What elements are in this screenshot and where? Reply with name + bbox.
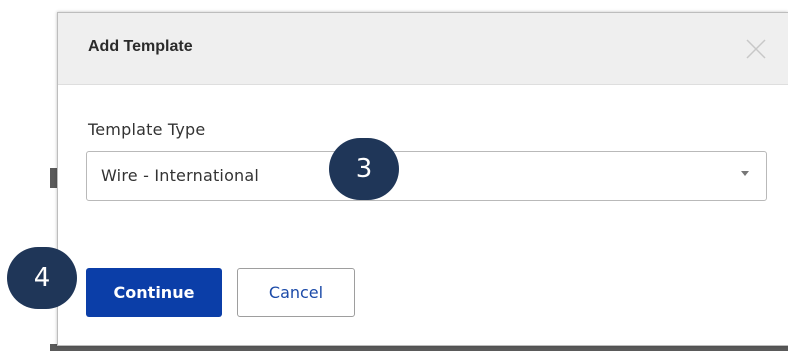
template-type-selected-value: Wire - International <box>101 166 260 185</box>
cancel-button[interactable]: Cancel <box>237 268 355 317</box>
step-callout-3: 3 <box>329 138 399 200</box>
continue-button[interactable]: Continue <box>86 268 222 317</box>
close-icon[interactable] <box>744 37 768 61</box>
dialog-header: Add Template <box>58 13 788 85</box>
template-type-select[interactable]: Wire - International <box>86 151 767 201</box>
dialog-title: Add Template <box>88 38 193 55</box>
chevron-down-icon <box>741 171 749 176</box>
screenshot-stage: Add Template Template Type Wire - Intern… <box>0 0 788 351</box>
step-callout-4: 4 <box>7 247 77 309</box>
template-type-label: Template Type <box>88 120 206 139</box>
add-template-dialog: Add Template Template Type Wire - Intern… <box>57 12 788 346</box>
